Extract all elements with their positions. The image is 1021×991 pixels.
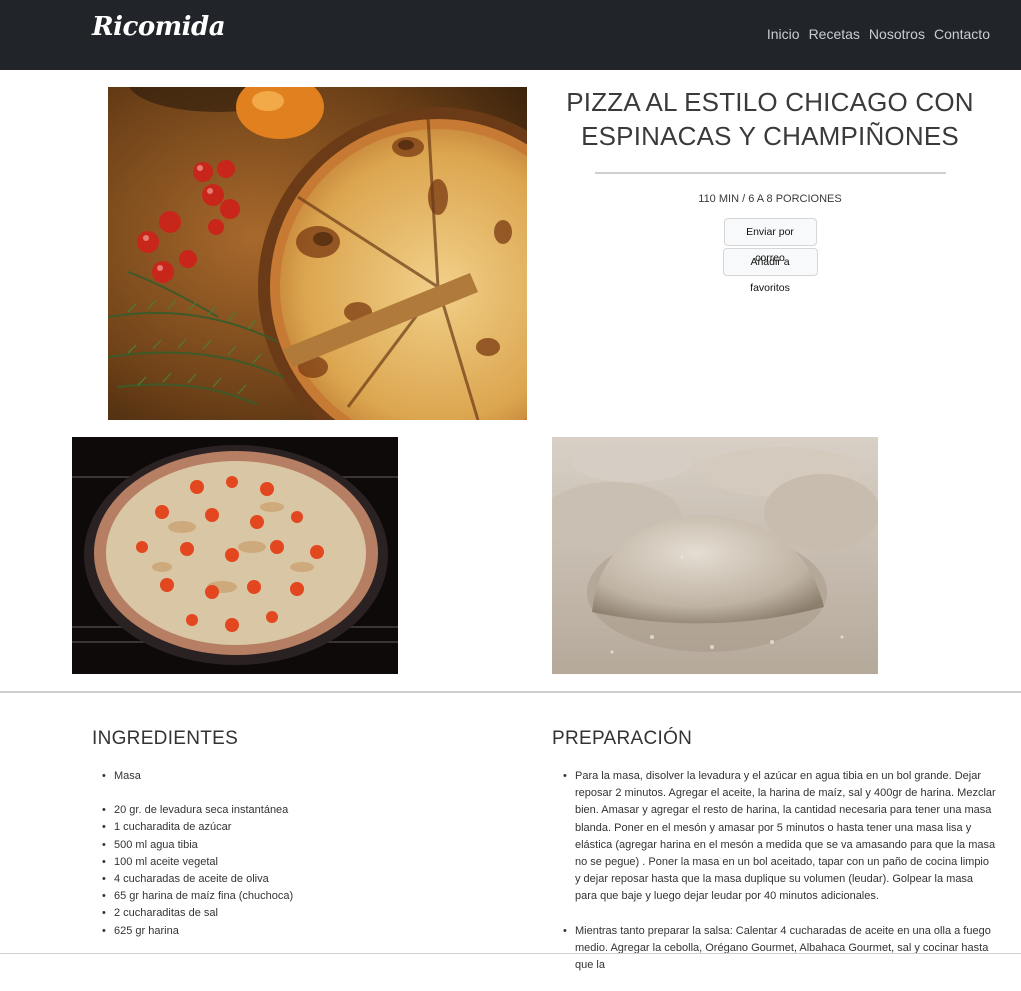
preparation-step: Para la masa, disolver la levadura y el … (560, 768, 996, 906)
nav-link-contacto[interactable]: Contacto (934, 26, 990, 42)
navbar: Ricomida Inicio Recetas Nosotros Contact… (0, 0, 1021, 70)
preparation-list: Para la masa, disolver la levadura y el … (560, 768, 996, 991)
title-divider (594, 172, 946, 174)
viewport-edge (0, 953, 1021, 954)
dough-image (552, 437, 878, 674)
recipe-title: PIZZA AL ESTILO CHICAGO CON ESPINACAS Y … (566, 87, 974, 151)
email-button[interactable]: Enviar por correo (723, 218, 817, 264)
preparation-step: Mientras tanto preparar la salsa: Calent… (560, 923, 996, 975)
hero-pizza-image (108, 87, 527, 420)
nav-link-recetas[interactable]: Recetas (809, 26, 860, 42)
ingredient-item: 1 cucharadita de azúcar (100, 819, 400, 836)
ingredient-item: 65 gr harina de maíz fina (chuchoca) (100, 888, 400, 905)
ingredients-list: Masa 20 gr. de levadura seca instantánea… (100, 768, 400, 940)
ingredient-item: 100 ml aceite vegetal (100, 854, 400, 871)
pizza-oven-image (72, 437, 398, 674)
nav-links: Inicio Recetas Nosotros Contacto (767, 26, 990, 42)
recipe-header: PIZZA AL ESTILO CHICAGO CON ESPINACAS Y … (555, 85, 985, 294)
ingredient-item: 20 gr. de levadura seca instantánea (100, 802, 400, 819)
ingredient-item: Masa (100, 768, 400, 785)
brand-logo[interactable]: Ricomida (92, 12, 226, 42)
ingredients-title: INGREDIENTES (92, 728, 239, 749)
recipe-meta: 110 MIN / 6 A 8 PORCIONES (698, 193, 842, 205)
nav-link-inicio[interactable]: Inicio (767, 26, 800, 42)
ingredient-item: 4 cucharadas de aceite de oliva (100, 871, 400, 888)
section-divider (0, 691, 1021, 693)
ingredient-item: 625 gr harina (100, 923, 400, 940)
nav-link-nosotros[interactable]: Nosotros (869, 26, 925, 42)
favorite-button[interactable]: Añadir a favoritos (722, 248, 818, 294)
ingredient-item: 2 cucharaditas de sal (100, 905, 400, 922)
ingredient-item: 500 ml agua tibia (100, 837, 400, 854)
preparation-title: PREPARACIÓN (552, 728, 693, 749)
